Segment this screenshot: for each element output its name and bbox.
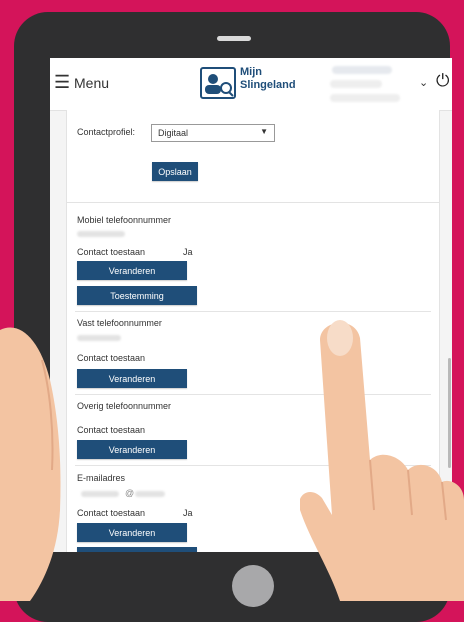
email-consent-button-partial[interactable] bbox=[77, 547, 197, 552]
mobile-consent-button[interactable]: Toestemming bbox=[77, 286, 197, 305]
user-detail-redacted bbox=[330, 80, 382, 88]
caret-down-icon: ▼ bbox=[260, 127, 268, 136]
contact-profile-select[interactable]: Digitaal ▼ bbox=[151, 124, 275, 142]
landline-change-button[interactable]: Veranderen bbox=[77, 369, 187, 388]
logo-text: Mijn Slingeland bbox=[240, 66, 296, 91]
email-redacted-left bbox=[81, 491, 119, 497]
hamburger-icon[interactable]: ☰ bbox=[54, 73, 70, 91]
other-permission-label: Contact toestaan bbox=[77, 425, 146, 435]
save-button[interactable]: Opslaan bbox=[152, 162, 198, 181]
chevron-down-icon[interactable]: ⌄ bbox=[419, 76, 428, 89]
landline-title: Vast telefoonnummer bbox=[77, 318, 162, 328]
email-title: E-mailadres bbox=[77, 473, 126, 483]
landline-permission-label: Contact toestaan bbox=[77, 353, 146, 363]
email-change-button[interactable]: Veranderen bbox=[77, 523, 187, 542]
tablet-speaker bbox=[217, 36, 251, 41]
email-redacted-right bbox=[135, 491, 165, 497]
other-title: Overig telefoonnummer bbox=[77, 401, 172, 411]
mobile-permission-label: Contact toestaan bbox=[77, 247, 146, 257]
contact-profile-label: Contactprofiel: bbox=[77, 127, 136, 137]
right-hand-illustration bbox=[300, 320, 464, 601]
left-hand-illustration bbox=[0, 327, 61, 601]
mobile-permission-value: Ja bbox=[183, 247, 193, 257]
email-permission-value: Ja bbox=[183, 508, 193, 518]
mobile-number-redacted bbox=[77, 231, 125, 237]
menu-label[interactable]: Menu bbox=[74, 75, 109, 91]
email-permission-label: Contact toestaan bbox=[77, 508, 146, 518]
mobile-change-button[interactable]: Veranderen bbox=[77, 261, 187, 280]
landline-number-redacted bbox=[77, 335, 121, 341]
mobile-title: Mobiel telefoonnummer bbox=[77, 215, 172, 225]
user-name-redacted bbox=[332, 66, 392, 74]
user-detail-redacted bbox=[330, 94, 400, 102]
email-value-fragment: @ bbox=[125, 488, 135, 498]
power-icon[interactable]: ⏻ bbox=[436, 71, 449, 91]
contact-profile-value: Digitaal bbox=[158, 128, 189, 138]
logo[interactable]: Mijn Slingeland bbox=[200, 64, 300, 104]
other-change-button[interactable]: Veranderen bbox=[77, 440, 187, 459]
top-bar: ☰ Menu Mijn Slingeland ⌄ ⏻ bbox=[50, 58, 452, 111]
patient-card-icon bbox=[200, 67, 236, 99]
